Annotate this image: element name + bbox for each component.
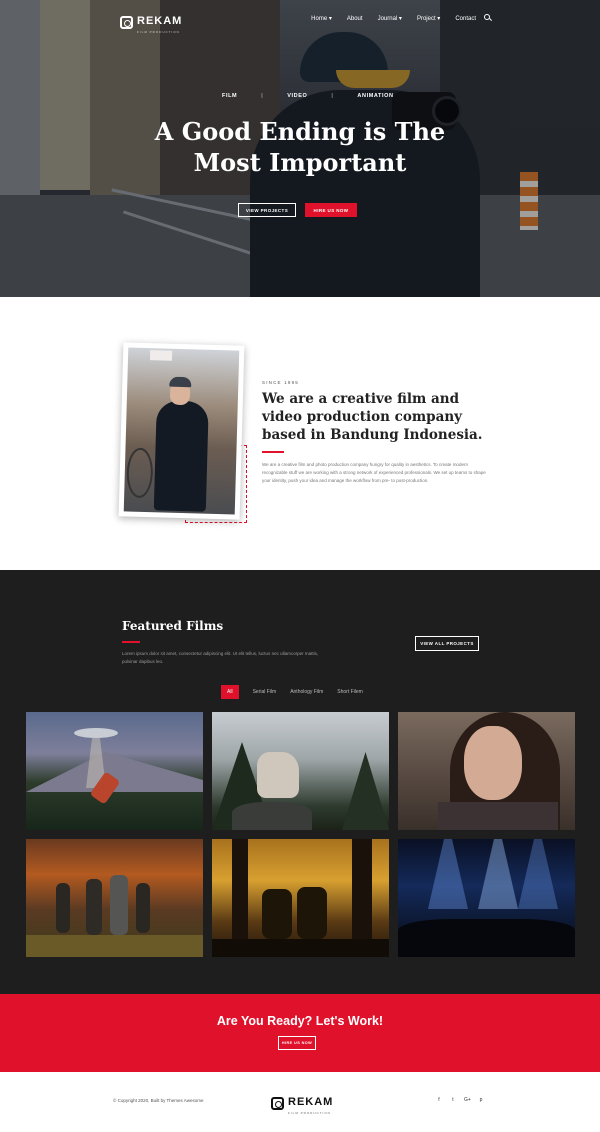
about-title: We are a creative film and video product…: [262, 391, 483, 443]
film-filter-tabs: All Serial Film Anthology Film Short Fil…: [221, 685, 363, 699]
featured-films-section: Featured Films Lorem ipsum dolor sit ame…: [0, 570, 600, 994]
featured-text: Lorem ipsum dolor sit amet, consectetur …: [122, 651, 319, 664]
category-divider: |: [331, 93, 334, 99]
film-thumbnail[interactable]: [398, 839, 575, 957]
film-thumbnail[interactable]: [26, 712, 203, 830]
filter-anthology-film[interactable]: Anthology Film: [290, 689, 323, 695]
logo-icon: [120, 16, 133, 29]
search-icon[interactable]: [484, 14, 490, 20]
twitter-icon[interactable]: t: [450, 1097, 456, 1103]
hero-title-line2: Most Important: [193, 148, 407, 177]
footer-logo[interactable]: REKAM FILM PRODUCTION: [271, 1092, 333, 1115]
since-label: SINCE 1995: [262, 380, 300, 385]
filter-serial-film[interactable]: Serial Film: [253, 689, 277, 695]
category-film[interactable]: FILM: [222, 93, 237, 99]
category-video[interactable]: VIDEO: [287, 93, 307, 99]
film-thumbnail[interactable]: [26, 839, 203, 957]
nav-item-about[interactable]: About: [347, 16, 363, 22]
nav-item-contact[interactable]: Contact: [455, 16, 476, 22]
view-all-projects-button[interactable]: VIEW ALL PROJECTS: [415, 636, 479, 651]
about-section: SINCE 1995 We are a creative film and vi…: [0, 297, 600, 570]
logo-icon: [271, 1097, 284, 1110]
nav-item-project[interactable]: Project ▾: [417, 15, 440, 22]
main-nav: Home ▾ About Journal ▾ Project ▾ Contact: [311, 14, 490, 22]
logo-tagline: FILM PRODUCTION: [288, 1111, 331, 1115]
view-projects-button[interactable]: VIEW PROJECTS: [238, 203, 296, 217]
facebook-icon[interactable]: f: [436, 1097, 442, 1103]
pinterest-icon[interactable]: p: [478, 1097, 484, 1103]
film-thumbnail[interactable]: [212, 839, 389, 957]
nav-item-journal[interactable]: Journal ▾: [378, 15, 402, 22]
cta-hire-us-button[interactable]: HIRE US NOW: [278, 1036, 316, 1050]
hero-section: REKAM FILM PRODUCTION Home ▾ About Journ…: [0, 0, 600, 297]
film-thumbnail[interactable]: [398, 712, 575, 830]
hire-us-button[interactable]: HIRE US NOW: [305, 203, 357, 217]
header-logo[interactable]: REKAM FILM PRODUCTION: [120, 11, 182, 34]
google-plus-icon[interactable]: G+: [464, 1097, 471, 1103]
about-photo: [118, 342, 245, 520]
footer: © Copyright 2020, Built by Themes Awesom…: [0, 1072, 600, 1132]
social-links: f t G+ p: [436, 1097, 484, 1103]
hero-title-line1: A Good Ending is The: [154, 117, 446, 146]
logo-wordmark: REKAM: [288, 1096, 334, 1108]
about-text: We are a creative film and photo product…: [262, 462, 486, 483]
copyright-text: © Copyright 2020, Built by Themes Awesom…: [113, 1098, 204, 1103]
cta-title: Are You Ready? Let's Work!: [216, 1014, 384, 1028]
category-divider: |: [261, 93, 264, 99]
nav-item-home[interactable]: Home ▾: [311, 15, 332, 22]
category-animation[interactable]: ANIMATION: [357, 93, 393, 99]
cta-section: Are You Ready? Let's Work! HIRE US NOW: [0, 994, 600, 1072]
hero-title: A Good Ending is The Most Important: [0, 116, 600, 178]
about-divider: [262, 451, 284, 453]
hero-categories: FILM | VIDEO | ANIMATION: [222, 93, 394, 99]
filter-short-film[interactable]: Short Filem: [337, 689, 363, 695]
filter-all[interactable]: All: [221, 685, 239, 699]
logo-tagline: FILM PRODUCTION: [137, 30, 180, 34]
logo-wordmark: REKAM: [137, 15, 183, 27]
film-thumbnail[interactable]: [212, 712, 389, 830]
featured-divider: [122, 641, 140, 643]
featured-title: Featured Films: [122, 619, 224, 633]
